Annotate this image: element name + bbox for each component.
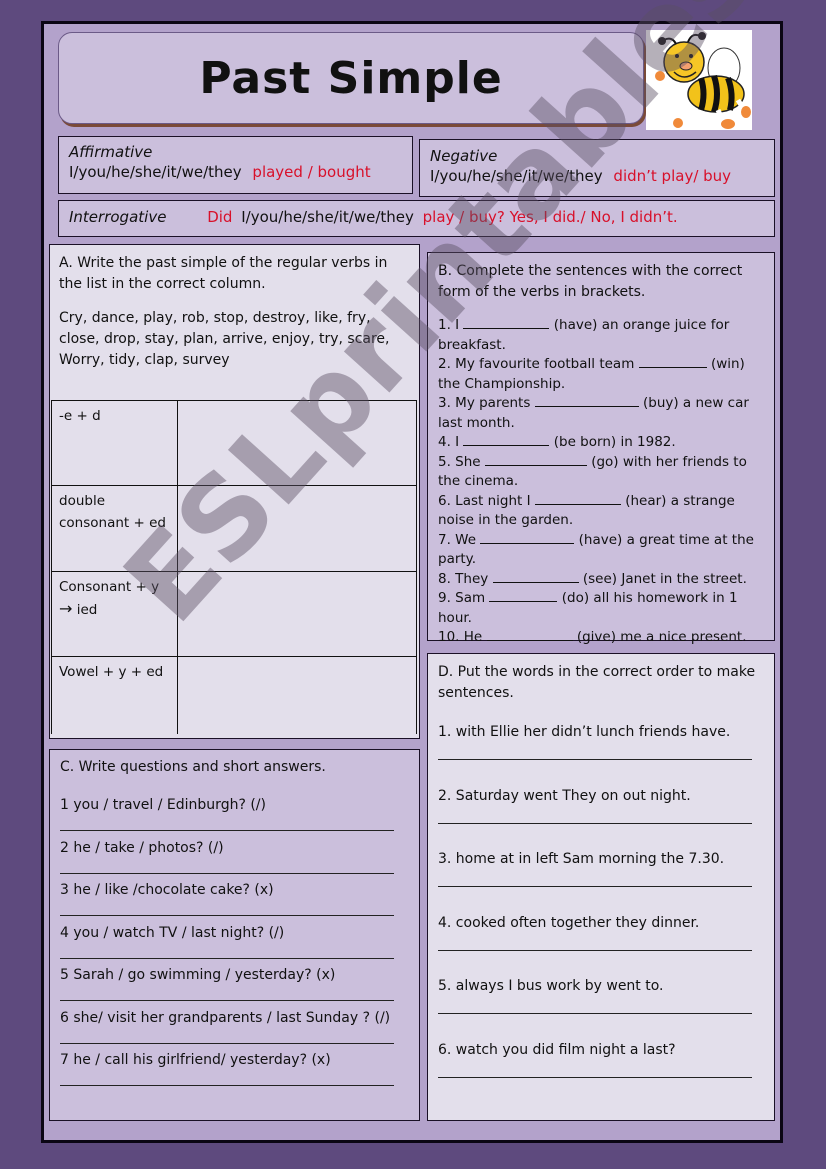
rule-label: Vowel + y + ed — [51, 656, 178, 734]
rule-label: double consonant + ed — [51, 485, 178, 572]
answer-blank[interactable] — [486, 628, 573, 641]
list-item: 2 he / take / photos? (/) — [60, 840, 409, 883]
page-title: Past Simple — [199, 52, 503, 104]
answer-cell[interactable] — [177, 485, 417, 572]
answer-cell[interactable] — [177, 571, 417, 657]
answer-blank[interactable] — [638, 355, 707, 368]
title-banner: Past Simple — [58, 32, 644, 124]
list-item: 3. home at in left Sam morning the 7.30. — [438, 851, 764, 915]
interrogative-subject: I/you/he/she/it/we/they — [241, 208, 414, 226]
list-item: 3 he / like /chocolate cake? (x) — [60, 882, 409, 925]
interrogative-rest: play / buy? Yes, I did./ No, I didn’t. — [422, 208, 678, 226]
negative-label: Negative — [430, 147, 498, 165]
section-a-instruction: A. Write the past simple of the regular … — [59, 255, 388, 292]
list-item: 7 he / call his girlfriend/ yesterday? (… — [60, 1052, 409, 1095]
list-item: 1. with Ellie her didn’t lunch friends h… — [438, 724, 764, 788]
section-a-verb-list: Cry, dance, play, rob, stop, destroy, li… — [59, 310, 390, 368]
rules-table: -e + d double consonant + ed Consonant + … — [51, 400, 417, 734]
bee-icon — [646, 30, 752, 130]
answer-line[interactable] — [60, 999, 394, 1001]
list-item: 4. I (be born) in 1982. — [438, 433, 676, 450]
answer-line[interactable] — [60, 829, 394, 831]
list-item: 1 you / travel / Edinburgh? (/) — [60, 797, 409, 840]
answer-line[interactable] — [60, 1084, 394, 1086]
answer-line[interactable] — [60, 872, 394, 874]
section-c-instruction: C. Write questions and short answers. — [60, 759, 326, 775]
rule-label: -e + d — [51, 400, 178, 486]
list-item: 2. My favourite football team (win) the C… — [438, 355, 745, 392]
affirmative-subject: I/you/he/she/it/we/they — [69, 163, 242, 181]
answer-line[interactable] — [438, 758, 752, 760]
list-item: 6 she/ visit her grandparents / last Sun… — [60, 1010, 409, 1053]
negative-subject: I/you/he/she/it/we/they — [430, 167, 603, 185]
answer-line[interactable] — [60, 1042, 394, 1044]
answer-cell[interactable] — [177, 656, 417, 734]
list-item: 4. cooked often together they dinner. — [438, 915, 764, 979]
list-item: 1. I (have) an orange juice for breakfast… — [438, 316, 730, 353]
list-item: 10. He (give) me a nice present. — [438, 628, 747, 645]
table-row: -e + d — [51, 400, 417, 486]
answer-blank[interactable] — [463, 433, 550, 446]
answer-line[interactable] — [438, 949, 752, 951]
list-item: 2. Saturday went They on out night. — [438, 788, 764, 852]
list-item: 6. Last night I (hear) a strange noise in… — [438, 492, 735, 529]
affirmative-verb: played / bought — [252, 163, 371, 181]
negative-verb: didn’t play/ buy — [613, 167, 732, 185]
answer-line[interactable] — [60, 957, 394, 959]
answer-line[interactable] — [438, 1076, 752, 1078]
interrogative-box: Interrogative Did I/you/he/she/it/we/the… — [58, 200, 775, 237]
list-item: 5. always I bus work by went to. — [438, 978, 764, 1042]
list-item: 4 you / watch TV / last night? (/) — [60, 925, 409, 968]
list-item: 5 Sarah / go swimming / yesterday? (x) — [60, 967, 409, 1010]
answer-cell[interactable] — [177, 400, 417, 486]
answer-blank[interactable] — [463, 316, 550, 329]
answer-line[interactable] — [438, 1012, 752, 1014]
table-row: Consonant + y → ied — [51, 571, 417, 657]
arrow-icon: → — [59, 599, 73, 618]
answer-line[interactable] — [60, 914, 394, 916]
section-d-instruction: D. Put the words in the correct order to… — [438, 664, 756, 701]
interrogative-label: Interrogative — [69, 208, 167, 226]
list-item: 7. We (have) a great time at the party. — [438, 531, 754, 568]
list-item: 6. watch you did film night a last? — [438, 1042, 764, 1106]
affirmative-box: Affirmative I/you/he/she/it/we/they play… — [58, 136, 413, 194]
section-c: C. Write questions and short answers. 1 … — [49, 749, 420, 1121]
interrogative-aux: Did — [207, 208, 233, 226]
answer-blank[interactable] — [480, 531, 575, 544]
list-item: 5. She (go) with her friends to the cinem… — [438, 453, 747, 490]
answer-line[interactable] — [438, 885, 752, 887]
table-row: Vowel + y + ed — [51, 656, 417, 734]
answer-line[interactable] — [438, 822, 752, 824]
affirmative-label: Affirmative — [69, 143, 153, 161]
negative-box: Negative I/you/he/she/it/we/they didn’t … — [419, 139, 775, 197]
answer-blank[interactable] — [534, 492, 621, 505]
answer-blank[interactable] — [492, 570, 579, 583]
list-item: 8. They (see) Janet in the street. — [438, 570, 747, 587]
section-b-instruction: B. Complete the sentences with the corre… — [438, 263, 743, 300]
section-b: B. Complete the sentences with the corre… — [427, 252, 775, 645]
rule-label: Consonant + y → ied — [51, 571, 178, 657]
answer-blank[interactable] — [534, 394, 639, 407]
section-d: D. Put the words in the correct order to… — [427, 653, 775, 1121]
answer-blank[interactable] — [489, 589, 558, 602]
list-item: 9. Sam (do) all his homework in 1 hour. — [438, 589, 738, 626]
list-item: 3. My parents (buy) a new car last month. — [438, 394, 749, 431]
table-row: double consonant + ed — [51, 485, 417, 572]
answer-blank[interactable] — [484, 453, 587, 466]
